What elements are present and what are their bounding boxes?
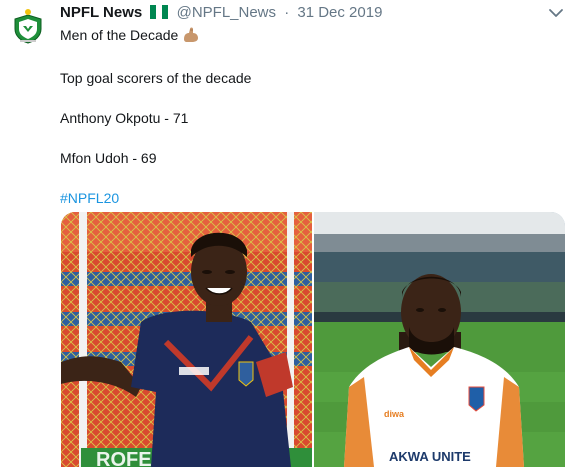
avatar[interactable] [8, 6, 48, 46]
media-image-okpotu[interactable]: ROFE [61, 212, 312, 467]
hashtag-link[interactable]: #NPFL20 [60, 188, 550, 208]
tweet-line: Top goal scorers of the decade [60, 70, 252, 86]
header-separator: · [284, 4, 290, 21]
tweet-header: NPFL News @NPFL_News · 31 Dec 2019 [60, 3, 382, 25]
media-grid: ROFE diwa AKWA UNITE [61, 212, 565, 467]
npfl-logo-icon [14, 9, 42, 44]
media-image-udoh[interactable]: diwa AKWA UNITE [314, 212, 565, 467]
tweet-text: Men of the Decade Top goal scorers of th… [60, 25, 550, 208]
tweet-line: Mfon Udoh - 69 [60, 150, 157, 166]
author-handle[interactable]: @NPFL_News [177, 4, 276, 21]
tweet-line: Anthony Okpotu - 71 [60, 110, 189, 126]
chevron-down-icon[interactable] [548, 6, 564, 18]
flexed-biceps-icon [182, 25, 200, 48]
kit-text: AKWA UNITE [389, 449, 471, 464]
nigeria-flag-icon [150, 5, 169, 25]
tweet-line: Men of the Decade [60, 25, 550, 48]
player-photo: ROFE [61, 212, 312, 467]
svg-text:ROFE: ROFE [96, 449, 152, 467]
svg-text:diwa: diwa [384, 409, 405, 419]
tweet-line-text: Men of the Decade [60, 27, 179, 43]
tweet-date[interactable]: 31 Dec 2019 [297, 4, 382, 21]
player-photo: diwa AKWA UNITE [314, 212, 565, 467]
author-name[interactable]: NPFL News [60, 4, 142, 21]
